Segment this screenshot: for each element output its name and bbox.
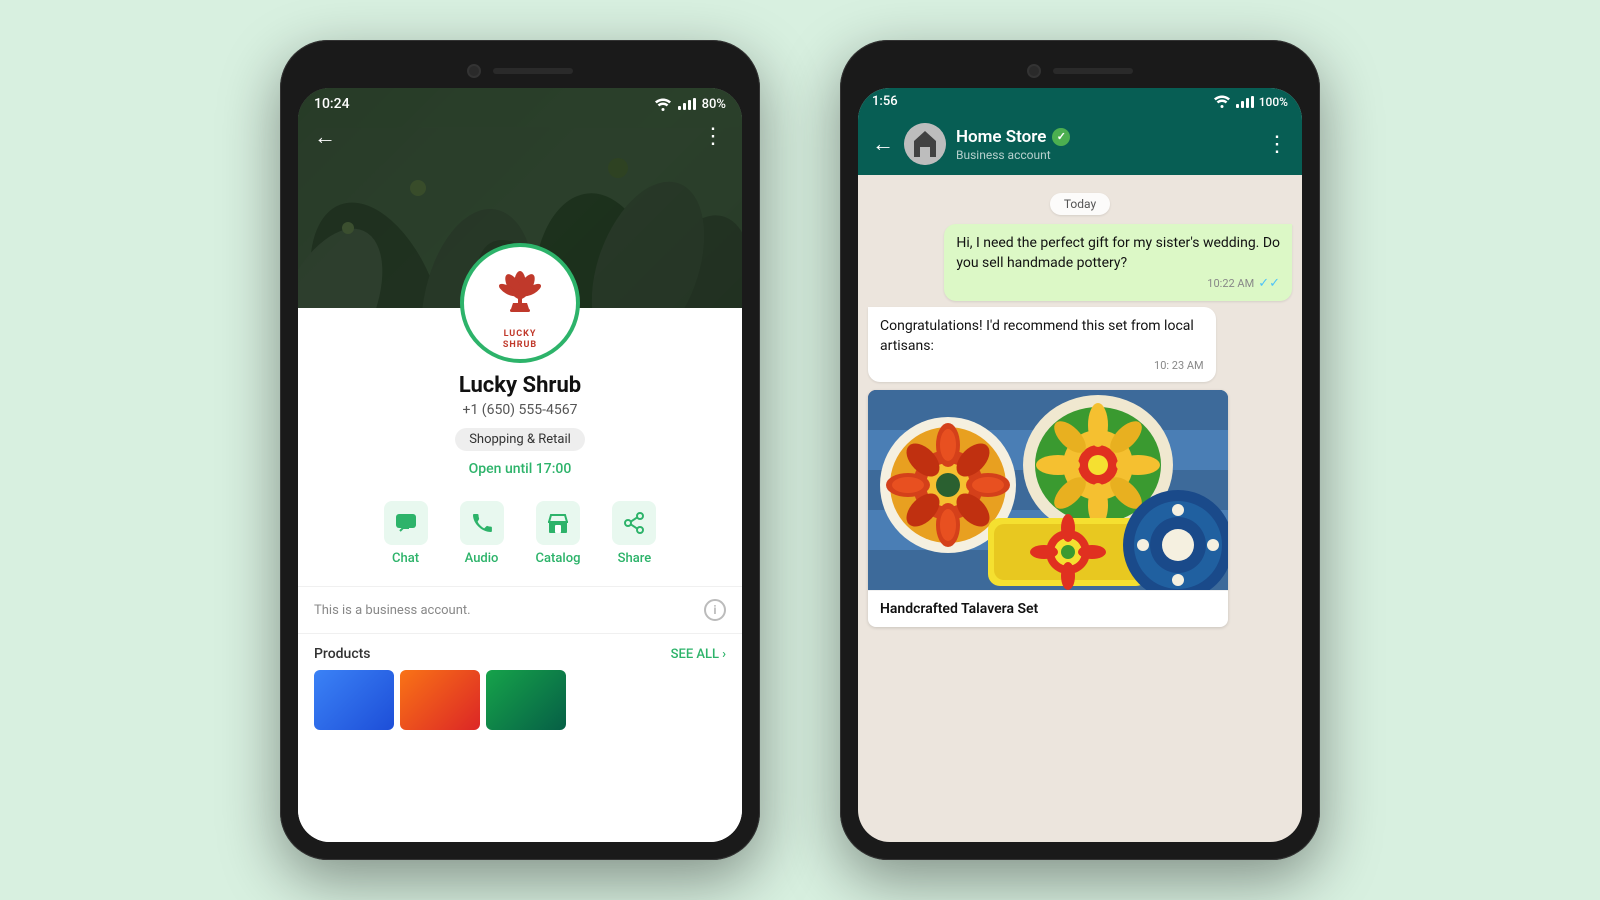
chat-contact-info: Home Store ✓ Business account	[956, 127, 1256, 162]
verified-icon: ✓	[1052, 128, 1070, 146]
profile-nav: ← ⋮	[298, 124, 742, 150]
status-bar-left: 10:24	[298, 88, 742, 120]
biz-phone: +1 (650) 555-4567	[463, 402, 578, 418]
product-thumb-2[interactable]	[400, 670, 480, 730]
product-card-label: Handcrafted Talavera Set	[868, 590, 1228, 627]
battery-right: 100%	[1259, 95, 1288, 109]
chat-avatar	[904, 123, 946, 165]
see-all-link[interactable]: SEE ALL ›	[671, 647, 726, 662]
logo-text: LUCKYSHRUB	[485, 329, 555, 351]
phone-top-bar-right	[858, 58, 1302, 88]
products-label: Products	[314, 646, 371, 662]
msg-received-meta-1: 10: 23 AM	[880, 359, 1204, 372]
chat-svg	[395, 513, 417, 533]
logo-svg	[485, 255, 555, 325]
back-icon-left[interactable]: ←	[314, 124, 336, 150]
status-bar-right: 1:56 100%	[858, 88, 1302, 115]
msg-sent-1: Hi, I need the perfect gift for my siste…	[944, 224, 1292, 301]
biz-account-text: This is a business account.	[314, 603, 471, 618]
audio-icon	[460, 501, 504, 545]
share-svg	[623, 512, 645, 534]
action-share[interactable]: Share	[612, 501, 656, 566]
biz-hours: Open until 17:00	[469, 461, 572, 477]
time-left: 10:24	[314, 96, 350, 112]
wifi-icon-right	[1213, 95, 1231, 108]
biz-name: Lucky Shrub	[459, 373, 581, 398]
signal-icon-left	[678, 98, 696, 110]
share-icon	[612, 501, 656, 545]
action-chat[interactable]: Chat	[384, 501, 428, 566]
product-thumbnails	[298, 670, 742, 730]
products-row: Products SEE ALL ›	[298, 634, 742, 670]
biz-account-notice: This is a business account. i	[298, 586, 742, 634]
scene: 10:24	[0, 0, 1600, 900]
catalog-label: Catalog	[536, 551, 581, 566]
product-card[interactable]: Handcrafted Talavera Set	[868, 390, 1228, 627]
battery-left: 80%	[702, 97, 726, 112]
screen-left: 10:24	[298, 88, 742, 842]
info-icon[interactable]: i	[704, 599, 726, 621]
camera-right	[1027, 64, 1041, 78]
action-audio[interactable]: Audio	[460, 501, 504, 566]
chat-icon	[384, 501, 428, 545]
profile-body: Lucky Shrub +1 (650) 555-4567 Shopping &…	[298, 308, 742, 842]
msg-sent-meta-1: 10:22 AM ✓✓	[956, 276, 1280, 291]
speaker-right	[1053, 68, 1133, 74]
chat-screen: 1:56 100%	[858, 88, 1302, 842]
date-chip: Today	[1050, 193, 1110, 215]
phone-top-bar-left	[298, 58, 742, 88]
pottery-svg	[868, 390, 1228, 590]
screen-right: 1:56 100%	[858, 88, 1302, 842]
time-right: 1:56	[872, 94, 898, 109]
store-svg	[547, 512, 569, 534]
profile-avatar-container: LUCKYSHRUB	[460, 243, 580, 363]
msg-received-text-1: Congratulations! I'd recommend this set …	[880, 317, 1204, 356]
see-all-text: SEE ALL	[671, 647, 719, 662]
msg-sent-ticks-1: ✓✓	[1258, 276, 1280, 291]
date-divider: Today	[868, 193, 1292, 212]
profile-hero: 10:24	[298, 88, 742, 308]
chat-label: Chat	[392, 551, 419, 566]
msg-received-1: Congratulations! I'd recommend this set …	[868, 307, 1216, 382]
speaker-left	[493, 68, 573, 74]
phone-svg	[471, 512, 493, 534]
logo-inner: LUCKYSHRUB	[485, 255, 555, 351]
action-row: Chat Audio	[368, 501, 673, 566]
more-icon-left[interactable]: ⋮	[702, 124, 726, 150]
product-thumb-1[interactable]	[314, 670, 394, 730]
phone-left: 10:24	[280, 40, 760, 860]
audio-label: Audio	[465, 551, 499, 566]
contact-name-text: Home Store	[956, 127, 1046, 147]
more-icon-right[interactable]: ⋮	[1266, 132, 1288, 157]
chat-messages: Today Hi, I need the perfect gift for my…	[858, 175, 1302, 842]
status-icons-right: 100%	[1213, 95, 1288, 109]
msg-received-time-1: 10: 23 AM	[1154, 359, 1204, 372]
msg-sent-time-1: 10:22 AM	[1207, 277, 1254, 290]
product-card-image	[868, 390, 1228, 590]
camera-left	[467, 64, 481, 78]
msg-sent-text-1: Hi, I need the perfect gift for my siste…	[956, 234, 1280, 273]
product-thumb-3[interactable]	[486, 670, 566, 730]
catalog-icon	[536, 501, 580, 545]
share-label: Share	[618, 551, 652, 566]
wifi-icon-left	[654, 98, 672, 111]
home-store-avatar-svg	[904, 123, 946, 165]
chat-contact-name: Home Store ✓	[956, 127, 1256, 147]
profile-avatar-ring: LUCKYSHRUB	[460, 243, 580, 363]
action-catalog[interactable]: Catalog	[536, 501, 581, 566]
chat-header: ← Home Store ✓ Bu	[858, 115, 1302, 175]
biz-category: Shopping & Retail	[455, 428, 585, 451]
phone-right: 1:56 100%	[840, 40, 1320, 860]
chevron-right-icon: ›	[722, 647, 726, 662]
chat-contact-sub: Business account	[956, 148, 1256, 162]
back-icon-right[interactable]: ←	[872, 131, 894, 157]
status-icons-left: 80%	[654, 97, 726, 112]
signal-icon-right	[1236, 96, 1254, 108]
